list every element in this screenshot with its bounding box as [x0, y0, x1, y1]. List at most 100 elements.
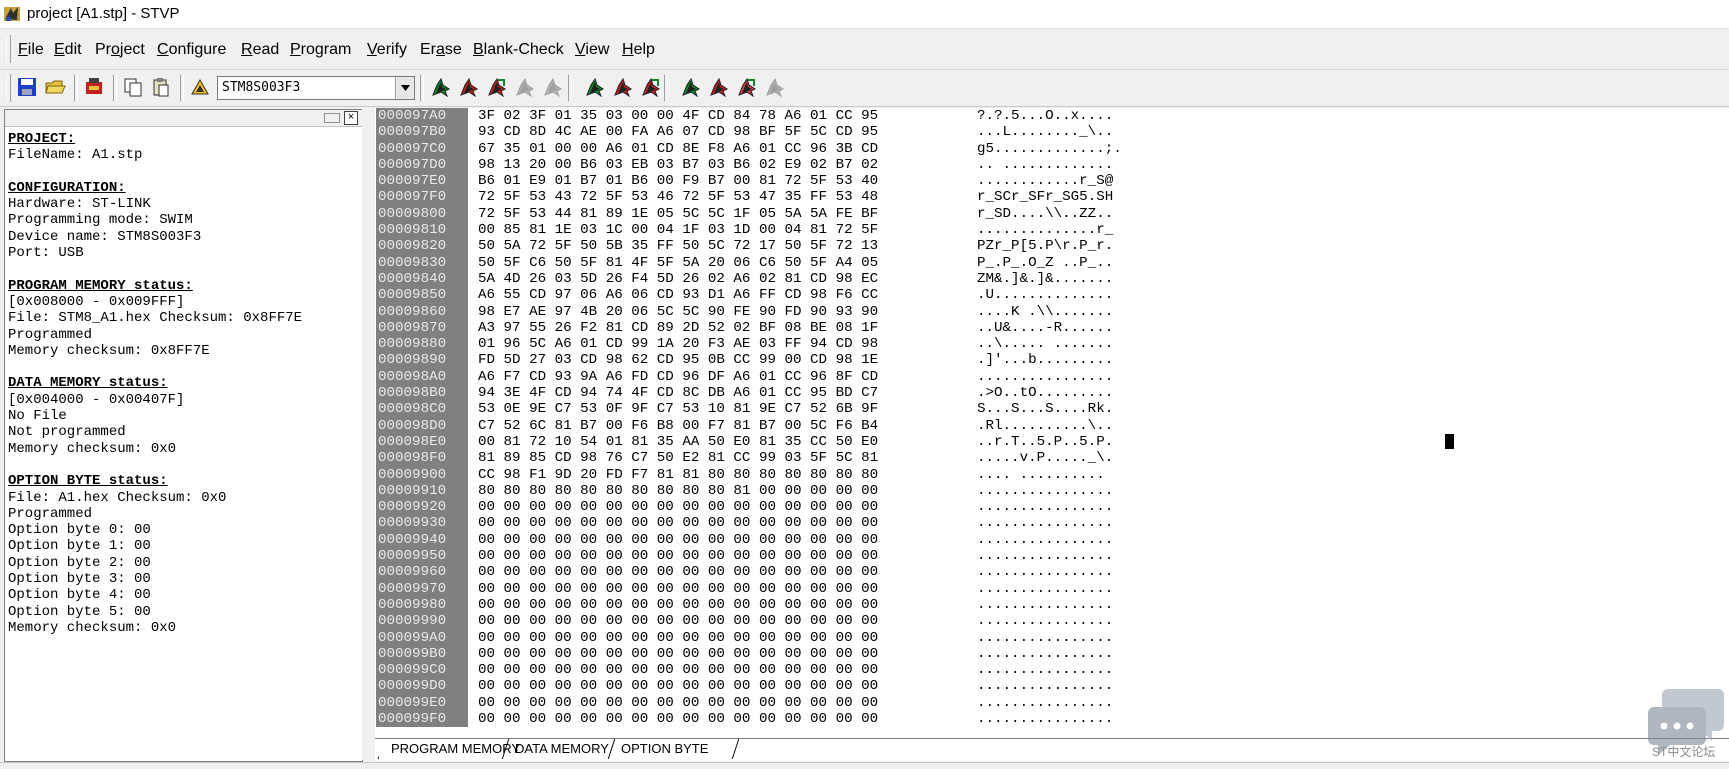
programmer-button[interactable]: [81, 74, 107, 100]
hex-ascii[interactable]: .....v.P....._\.: [977, 450, 1113, 466]
hex-bytes[interactable]: A6 55 CD 97 06 A6 06 CD 93 D1 A6 FF CD 9…: [478, 287, 878, 303]
menu-item[interactable]: Project: [95, 41, 145, 59]
hex-bytes[interactable]: C7 52 6C 81 B7 00 F6 B8 00 F7 81 B7 00 5…: [478, 418, 878, 434]
hex-ascii[interactable]: ................: [977, 515, 1113, 531]
hex-bytes[interactable]: 67 35 01 00 00 A6 01 CD 8E F8 A6 01 CC 9…: [478, 141, 878, 157]
hex-bytes[interactable]: 00 00 00 00 00 00 00 00 00 00 00 00 00 0…: [478, 711, 878, 727]
hex-bytes[interactable]: 00 00 00 00 00 00 00 00 00 00 00 00 00 0…: [478, 499, 878, 515]
pin-icon[interactable]: [324, 113, 340, 123]
tab-option-byte[interactable]: OPTION BYTE: [609, 739, 720, 759]
hex-bytes[interactable]: 00 00 00 00 00 00 00 00 00 00 00 00 00 0…: [478, 515, 878, 531]
hex-bytes[interactable]: 5A 4D 26 03 5D 26 F4 5D 26 02 A6 02 81 C…: [478, 271, 878, 287]
hex-ascii[interactable]: ...L........_\..: [977, 124, 1113, 140]
hex-bytes[interactable]: 00 00 00 00 00 00 00 00 00 00 00 00 00 0…: [478, 597, 878, 613]
hex-ascii[interactable]: r_SD....\\..ZZ..: [977, 206, 1113, 222]
hex-bytes[interactable]: FD 5D 27 03 CD 98 62 CD 95 0B CC 99 00 C…: [478, 352, 878, 368]
hex-bytes[interactable]: 00 00 00 00 00 00 00 00 00 00 00 00 00 0…: [478, 695, 878, 711]
hex-bytes[interactable]: 50 5F C6 50 5F 81 4F 5F 5A 20 06 C6 50 5…: [478, 255, 878, 271]
program-option-button[interactable]: [706, 74, 732, 100]
hex-bytes[interactable]: 00 00 00 00 00 00 00 00 00 00 00 00 00 0…: [478, 662, 878, 678]
erase-option-button[interactable]: [762, 74, 788, 100]
hex-ascii[interactable]: ................: [977, 532, 1113, 548]
hex-ascii[interactable]: .]'...b.........: [977, 352, 1113, 368]
hex-ascii[interactable]: ................: [977, 678, 1113, 694]
hex-bytes[interactable]: 00 00 00 00 00 00 00 00 00 00 00 00 00 0…: [478, 613, 878, 629]
hex-bytes[interactable]: 81 89 85 CD 98 76 C7 50 E2 81 CC 99 03 5…: [478, 450, 878, 466]
paste-button[interactable]: [148, 74, 174, 100]
hex-ascii[interactable]: ..............r_: [977, 222, 1113, 238]
hex-ascii[interactable]: ..U&....-R......: [977, 320, 1113, 336]
hex-ascii[interactable]: ................: [977, 597, 1113, 613]
device-config-button[interactable]: [187, 74, 213, 100]
hex-ascii[interactable]: r_SCr_SFr_SG5.SH: [977, 189, 1113, 205]
hex-ascii[interactable]: PZr_P[5.P\r.P_r.: [977, 238, 1113, 254]
program-all-tabs-button[interactable]: [610, 74, 636, 100]
hex-ascii[interactable]: ................: [977, 711, 1113, 727]
hex-ascii[interactable]: .... ..........: [977, 467, 1105, 483]
hex-bytes[interactable]: A3 97 55 26 F2 81 CD 89 2D 52 02 BF 08 B…: [478, 320, 878, 336]
hex-ascii[interactable]: ............r_S@: [977, 173, 1113, 189]
hex-bytes[interactable]: 00 00 00 00 00 00 00 00 00 00 00 00 00 0…: [478, 581, 878, 597]
device-select[interactable]: STM8S003F3: [217, 76, 415, 100]
hex-bytes[interactable]: 72 5F 53 44 81 89 1E 05 5C 5C 1F 05 5A 5…: [478, 206, 878, 222]
panel-splitter[interactable]: [362, 109, 375, 760]
hex-bytes[interactable]: A6 F7 CD 93 9A A6 FD CD 96 DF A6 01 CC 9…: [478, 369, 878, 385]
menu-item[interactable]: Program: [290, 41, 351, 59]
hex-bytes[interactable]: 00 85 81 1E 03 1C 00 04 1F 03 1D 00 04 8…: [478, 222, 878, 238]
menu-item[interactable]: View: [575, 41, 609, 59]
hex-ascii[interactable]: P_.P_.O_Z ..P_..: [977, 255, 1113, 271]
hex-bytes[interactable]: B6 01 E9 01 B7 01 B6 00 F9 B7 00 81 72 5…: [478, 173, 878, 189]
hex-ascii[interactable]: ................: [977, 646, 1113, 662]
hex-view[interactable]: 000097A0 3F 02 3F 01 35 03 00 00 4F CD 84…: [375, 108, 1729, 738]
hex-bytes[interactable]: 00 00 00 00 00 00 00 00 00 00 00 00 00 0…: [478, 630, 878, 646]
hex-bytes[interactable]: 50 5A 72 5F 50 5B 35 FF 50 5C 72 17 50 5…: [478, 238, 878, 254]
read-option-button[interactable]: [678, 74, 704, 100]
verify-all-tabs-button[interactable]: [638, 74, 664, 100]
menu-item[interactable]: Blank-Check: [473, 41, 564, 59]
program-current-tab-button[interactable]: [456, 74, 482, 100]
hex-bytes[interactable]: 01 96 5C A6 01 CD 99 1A 20 F3 AE 03 FF 9…: [478, 336, 878, 352]
menu-item[interactable]: File: [18, 41, 44, 59]
hex-ascii[interactable]: ................: [977, 564, 1113, 580]
hex-ascii[interactable]: ................: [977, 695, 1113, 711]
hex-ascii[interactable]: .Rl..........\..: [977, 418, 1113, 434]
verify-current-tab-button[interactable]: [484, 74, 510, 100]
hex-ascii[interactable]: ................: [977, 581, 1113, 597]
hex-ascii[interactable]: .>O..tO.........: [977, 385, 1113, 401]
chevron-down-icon[interactable]: [395, 77, 414, 99]
menu-item[interactable]: Configure: [157, 41, 226, 59]
hex-bytes[interactable]: 72 5F 53 43 72 5F 53 46 72 5F 53 47 35 F…: [478, 189, 878, 205]
hex-bytes[interactable]: CC 98 F1 9D 20 FD F7 81 81 80 80 80 80 8…: [478, 467, 878, 483]
menu-item[interactable]: Help: [622, 41, 655, 59]
hex-ascii[interactable]: ....K .\\.......: [977, 304, 1113, 320]
hex-ascii[interactable]: ................: [977, 369, 1113, 385]
hex-bytes[interactable]: 00 00 00 00 00 00 00 00 00 00 00 00 00 0…: [478, 678, 878, 694]
hex-ascii[interactable]: ................: [977, 548, 1113, 564]
hex-ascii[interactable]: .. .............: [977, 157, 1113, 173]
hex-ascii[interactable]: ................: [977, 483, 1113, 499]
hex-ascii[interactable]: S...S...S....Rk.: [977, 401, 1113, 417]
hex-bytes[interactable]: 00 00 00 00 00 00 00 00 00 00 00 00 00 0…: [478, 532, 878, 548]
copy-button[interactable]: [120, 74, 146, 100]
hex-bytes[interactable]: 00 00 00 00 00 00 00 00 00 00 00 00 00 0…: [478, 646, 878, 662]
hex-bytes[interactable]: 98 E7 AE 97 4B 20 06 5C 5C 90 FE 90 FD 9…: [478, 304, 878, 320]
menu-item[interactable]: Verify: [367, 41, 407, 59]
hex-ascii[interactable]: ................: [977, 499, 1113, 515]
hex-ascii[interactable]: ................: [977, 613, 1113, 629]
tab-data-memory[interactable]: DATA MEMORY: [503, 739, 621, 759]
hex-bytes[interactable]: 94 3E 4F CD 94 74 4F CD 8C DB A6 01 CC 9…: [478, 385, 878, 401]
read-current-tab-button[interactable]: [428, 74, 454, 100]
hex-bytes[interactable]: 98 13 20 00 B6 03 EB 03 B7 03 B6 02 E9 0…: [478, 157, 878, 173]
hex-bytes[interactable]: 00 00 00 00 00 00 00 00 00 00 00 00 00 0…: [478, 548, 878, 564]
hex-bytes[interactable]: 3F 02 3F 01 35 03 00 00 4F CD 84 78 A6 0…: [478, 108, 878, 124]
close-icon[interactable]: ×: [344, 111, 358, 125]
verify-option-button[interactable]: [734, 74, 760, 100]
hex-ascii[interactable]: ................: [977, 630, 1113, 646]
menu-item[interactable]: Erase: [420, 41, 462, 59]
hex-ascii[interactable]: g5.............;.: [977, 141, 1122, 157]
blank-check-current-tab-button[interactable]: [540, 74, 566, 100]
hex-bytes[interactable]: 53 0E 9E C7 53 0F 9F C7 53 10 81 9E C7 5…: [478, 401, 878, 417]
hex-ascii[interactable]: ................: [977, 662, 1113, 678]
hex-bytes[interactable]: 93 CD 8D 4C AE 00 FA A6 07 CD 98 BF 5F 5…: [478, 124, 878, 140]
hex-ascii[interactable]: ..\..... .......: [977, 336, 1113, 352]
